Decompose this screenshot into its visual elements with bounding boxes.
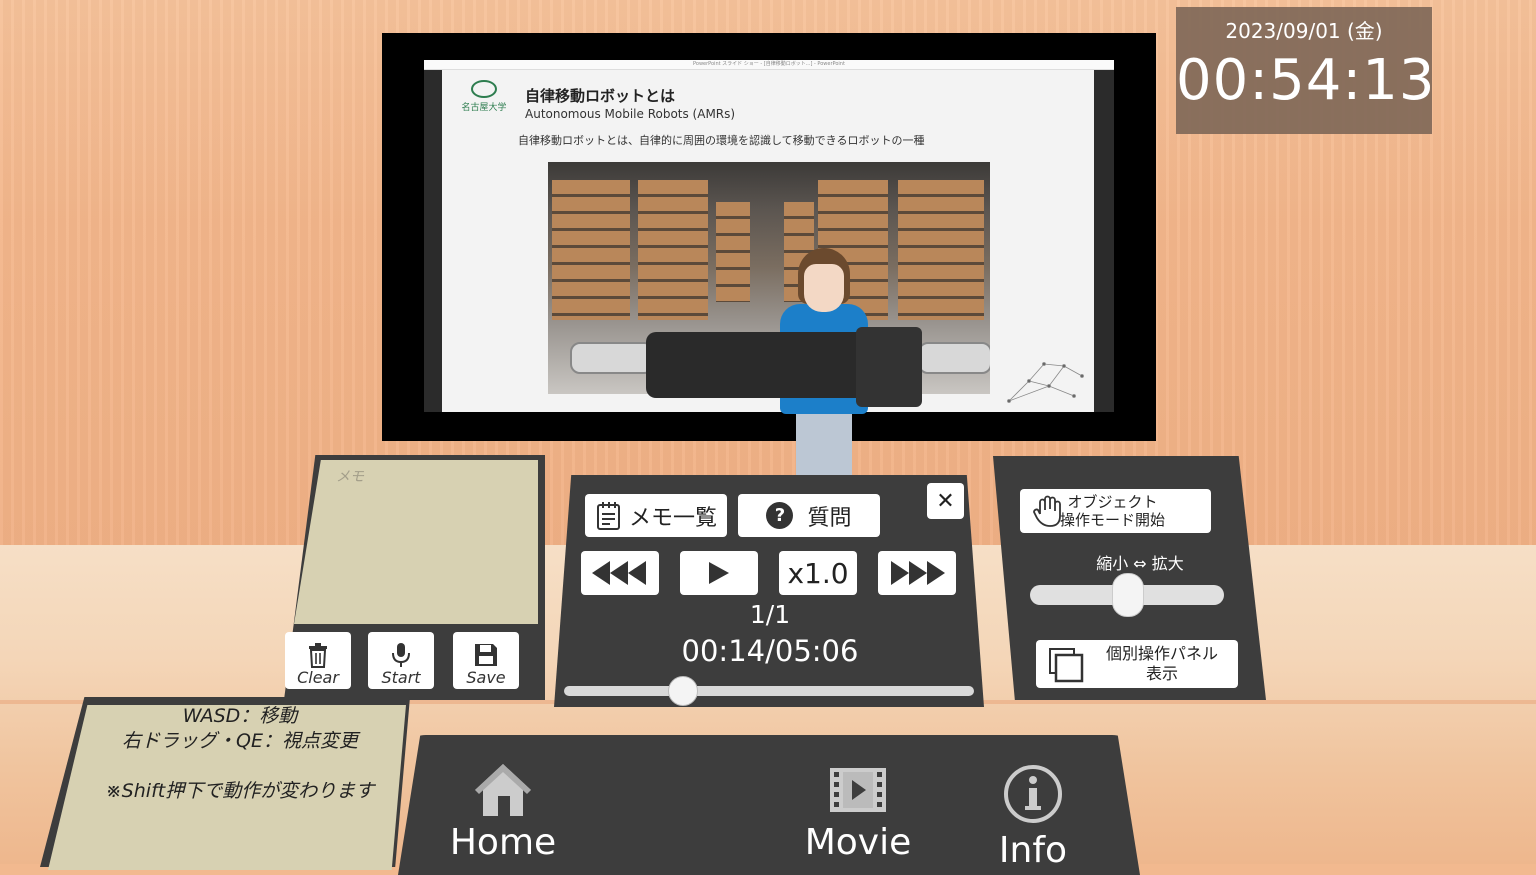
slide-right-bar [1094, 70, 1114, 412]
nav-home[interactable]: Home [428, 760, 578, 863]
memo-textarea[interactable] [294, 460, 538, 624]
fast-forward-icon [891, 561, 945, 585]
individual-panel-button[interactable]: 個別操作パネル 表示 [1036, 640, 1238, 688]
memo-clear-label: Clear [297, 668, 339, 687]
clock-time: 00:54:13 [1176, 48, 1436, 113]
panel-icon [1049, 648, 1084, 683]
scale-slider-handle[interactable] [1112, 573, 1144, 617]
nav-home-label: Home [449, 822, 557, 863]
question-label: 質問 [807, 505, 852, 531]
memo-start-label: Start [381, 668, 421, 687]
memo-placeholder: メモ [336, 469, 364, 485]
trash-icon [309, 643, 327, 668]
playback-time: 00:14/05:06 [681, 634, 859, 668]
memo-list-icon [596, 501, 620, 530]
fast-forward-button[interactable] [878, 551, 956, 595]
info-icon [1004, 765, 1062, 823]
help-line-view: 右ドラッグ・QE：視点変更 [122, 730, 358, 752]
individual-panel-label: 個別操作パネル 表示 [1106, 644, 1219, 683]
play-button[interactable] [680, 551, 758, 595]
help-line-shift: ※Shift押下で動作が変わります [105, 780, 375, 802]
memo-clear-button[interactable]: Clear [285, 632, 351, 689]
seek-handle[interactable] [668, 676, 698, 706]
close-button[interactable]: ✕ [927, 483, 964, 519]
movie-icon [830, 768, 886, 812]
page-number: 1/1 [749, 600, 791, 629]
slide-title: 自律移動ロボットとは [525, 87, 676, 105]
rewind-icon [592, 561, 646, 585]
hand-icon [1033, 495, 1061, 527]
nav-movie-label: Movie [804, 822, 912, 863]
slide-left-bar [424, 70, 442, 412]
rewind-button[interactable] [581, 551, 659, 595]
memo-list-label: メモ一覧 [628, 505, 717, 531]
university-logo-text: 名古屋大学 [461, 103, 507, 113]
network-graphic [1007, 362, 1084, 403]
memo-save-button[interactable]: Save [453, 632, 519, 689]
question-icon: ? [766, 502, 794, 529]
playback-speed-button[interactable]: x1.0 [779, 551, 857, 595]
scale-label: 縮小 ⇔ 拡大 [1096, 554, 1184, 573]
save-icon [475, 644, 497, 666]
robot-dock-object[interactable] [856, 327, 922, 407]
nav-movie[interactable]: Movie [783, 760, 933, 863]
slide-window-title: PowerPoint スライド ショー - [自律移動ロボット...] - Po… [424, 60, 1114, 70]
clock-date: 2023/09/01 (金) [1225, 19, 1383, 43]
university-logo: 名古屋大学 [458, 80, 510, 114]
play-icon [709, 562, 729, 584]
memo-list-button[interactable]: メモ一覧 [585, 494, 727, 537]
memo-save-label: Save [466, 668, 506, 687]
clock-panel: 2023/09/01 (金) 00:54:13 [1176, 7, 1436, 134]
question-button[interactable]: ? 質問 [738, 494, 880, 537]
slide-description: 自律移動ロボットとは、自律的に周囲の環境を認識して移動できるロボットの一種 [518, 134, 925, 147]
help-line-move: WASD：移動 [182, 705, 298, 727]
object-mode-button[interactable]: オブジェクト 操作モード開始 [1020, 489, 1211, 533]
help-text: WASD：移動 右ドラッグ・QE：視点変更 ※Shift押下で動作が変わります [80, 704, 400, 804]
mic-icon [392, 643, 410, 667]
memo-record-start-button[interactable]: Start [368, 632, 434, 689]
nav-info-label: Info [998, 830, 1068, 871]
seek-bar[interactable] [564, 686, 974, 696]
object-mode-label: オブジェクト 操作モード開始 [1060, 493, 1166, 529]
nav-info[interactable]: Info [958, 760, 1108, 871]
slide-subtitle: Autonomous Mobile Robots (AMRs) [525, 107, 736, 121]
close-icon: ✕ [936, 488, 955, 514]
home-icon [475, 764, 531, 816]
robot-vacuum-object[interactable] [646, 332, 870, 398]
